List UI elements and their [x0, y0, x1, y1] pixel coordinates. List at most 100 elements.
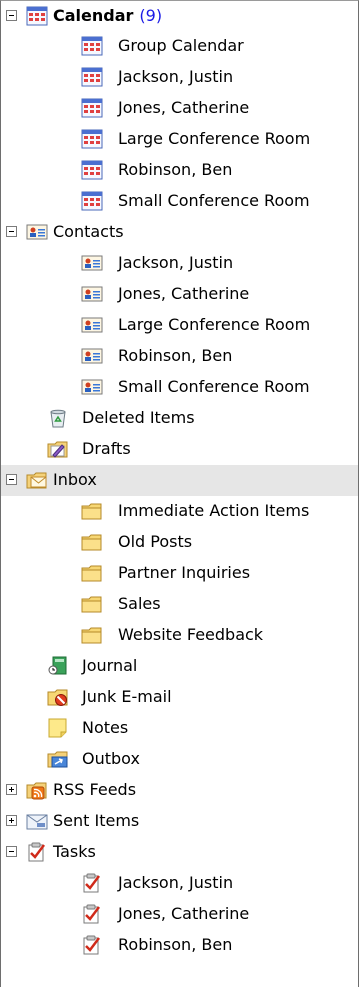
tree-item-label: Jones, Catherine — [118, 284, 250, 303]
collapse-inbox-toggle[interactable] — [6, 474, 17, 485]
tree-item-calendar-child[interactable]: Large Conference Room — [1, 124, 358, 155]
tree-item-label: Calendar — [53, 6, 134, 25]
tree-item-deleted-items[interactable]: Deleted Items — [1, 403, 358, 434]
tree-item-label: Jackson, Justin — [118, 253, 234, 272]
drafts-folder-icon — [47, 441, 68, 458]
tree-item-inbox-child[interactable]: Partner Inquiries — [1, 558, 358, 589]
folder-icon — [81, 596, 102, 613]
unread-count-badge: (9) — [139, 6, 163, 25]
contact-card-icon — [81, 286, 103, 302]
collapse-tasks-toggle[interactable] — [6, 846, 17, 857]
tasks-icon — [83, 873, 100, 893]
tree-item-label: Drafts — [82, 439, 131, 458]
tree-item-label: Small Conference Room — [118, 377, 310, 396]
contact-card-icon — [26, 224, 48, 240]
folder-icon — [81, 534, 102, 551]
tree-item-label: Journal — [82, 656, 138, 675]
collapse-contacts-toggle[interactable] — [6, 226, 17, 237]
tasks-icon — [83, 904, 100, 924]
tree-item-label: Inbox — [53, 470, 97, 489]
calendar-icon — [81, 67, 103, 87]
tree-item-label: Immediate Action Items — [118, 501, 310, 520]
contact-card-icon — [81, 379, 103, 395]
tree-item-inbox-child[interactable]: Old Posts — [1, 527, 358, 558]
collapse-calendar-toggle[interactable] — [6, 10, 17, 21]
tasks-icon — [83, 935, 100, 955]
folder-icon — [81, 627, 102, 644]
tree-item-rss-feeds[interactable]: RSS Feeds — [1, 775, 358, 806]
tasks-icon — [28, 842, 45, 862]
tree-item-label: Website Feedback — [118, 625, 264, 644]
tree-item-label: Sales — [118, 594, 161, 613]
tree-item-junk-email[interactable]: Junk E-mail — [1, 682, 358, 713]
inbox-icon — [26, 472, 47, 489]
tree-item-inbox-child[interactable]: Website Feedback — [1, 620, 358, 651]
expand-rss-feeds-toggle[interactable] — [6, 784, 17, 795]
calendar-icon — [81, 129, 103, 149]
folder-icon — [81, 503, 102, 520]
tree-item-tasks[interactable]: Tasks — [1, 837, 358, 868]
tree-item-label: Partner Inquiries — [118, 563, 251, 582]
tree-item-label: Jackson, Justin — [118, 67, 234, 86]
tree-item-label: Robinson, Ben — [118, 935, 233, 954]
calendar-icon — [26, 6, 48, 26]
contact-card-icon — [81, 348, 103, 364]
tree-item-label: Outbox — [82, 749, 140, 768]
tree-item-label: Small Conference Room — [118, 191, 310, 210]
tree-item-sent-items[interactable]: Sent Items — [1, 806, 358, 837]
contact-card-icon — [81, 255, 103, 271]
calendar-icon — [81, 98, 103, 118]
contact-card-icon — [81, 317, 103, 333]
tree-item-contacts-child[interactable]: Small Conference Room — [1, 372, 358, 403]
tree-item-tasks-child[interactable]: Jackson, Justin — [1, 868, 358, 899]
tree-item-contacts-child[interactable]: Jones, Catherine — [1, 279, 358, 310]
tree-item-contacts-child[interactable]: Jackson, Justin — [1, 248, 358, 279]
folder-pane: Calendar (9) Group Calendar Jackson, Just… — [0, 0, 359, 987]
notes-icon — [48, 718, 67, 738]
tree-item-contacts-child[interactable]: Large Conference Room — [1, 310, 358, 341]
tree-item-label: Robinson, Ben — [118, 346, 233, 365]
tree-item-label: Old Posts — [118, 532, 193, 551]
tree-item-label: Deleted Items — [82, 408, 195, 427]
tree-item-calendar-child[interactable]: Jackson, Justin — [1, 62, 358, 93]
folder-icon — [81, 565, 102, 582]
calendar-icon — [81, 160, 103, 180]
tree-item-label: Large Conference Room — [118, 129, 311, 148]
tree-item-journal[interactable]: Journal — [1, 651, 358, 682]
journal-icon — [48, 656, 67, 675]
tree-item-label: Sent Items — [53, 811, 140, 830]
tree-item-calendar-child[interactable]: Jones, Catherine — [1, 93, 358, 124]
junk-mail-icon — [47, 689, 68, 706]
tree-item-label: Junk E-mail — [82, 687, 172, 706]
tree-item-label: Jones, Catherine — [118, 904, 250, 923]
recycle-bin-icon — [50, 409, 66, 428]
tree-item-inbox-child[interactable]: Immediate Action Items — [1, 496, 358, 527]
tree-item-calendar-child[interactable]: Group Calendar — [1, 31, 358, 62]
sent-items-icon — [26, 814, 48, 830]
calendar-icon — [81, 36, 103, 56]
tree-item-label: Contacts — [53, 222, 124, 241]
tree-item-calendar-child[interactable]: Small Conference Room — [1, 186, 358, 217]
tree-item-drafts[interactable]: Drafts — [1, 434, 358, 465]
tree-item-contacts[interactable]: Contacts — [1, 217, 358, 248]
rss-feed-icon — [26, 782, 47, 800]
tree-item-contacts-child[interactable]: Robinson, Ben — [1, 341, 358, 372]
expand-sent-items-toggle[interactable] — [6, 815, 17, 826]
tree-item-label: RSS Feeds — [53, 780, 137, 799]
tree-item-label: Tasks — [53, 842, 96, 861]
tree-item-inbox[interactable]: Inbox — [1, 465, 358, 496]
tree-item-label: Jackson, Justin — [118, 873, 234, 892]
tree-item-label: Large Conference Room — [118, 315, 311, 334]
tree-item-calendar-child[interactable]: Robinson, Ben — [1, 155, 358, 186]
tree-item-notes[interactable]: Notes — [1, 713, 358, 744]
tree-item-inbox-child[interactable]: Sales — [1, 589, 358, 620]
outbox-icon — [47, 751, 68, 768]
tree-item-tasks-child[interactable]: Jones, Catherine — [1, 899, 358, 930]
tree-item-tasks-child[interactable]: Robinson, Ben — [1, 930, 358, 961]
tree-item-label: Notes — [82, 718, 129, 737]
tree-item-label: Robinson, Ben — [118, 160, 233, 179]
calendar-icon — [81, 191, 103, 211]
tree-item-outbox[interactable]: Outbox — [1, 744, 358, 775]
tree-item-label: Group Calendar — [118, 36, 244, 55]
tree-item-calendar[interactable]: Calendar (9) — [1, 1, 358, 32]
